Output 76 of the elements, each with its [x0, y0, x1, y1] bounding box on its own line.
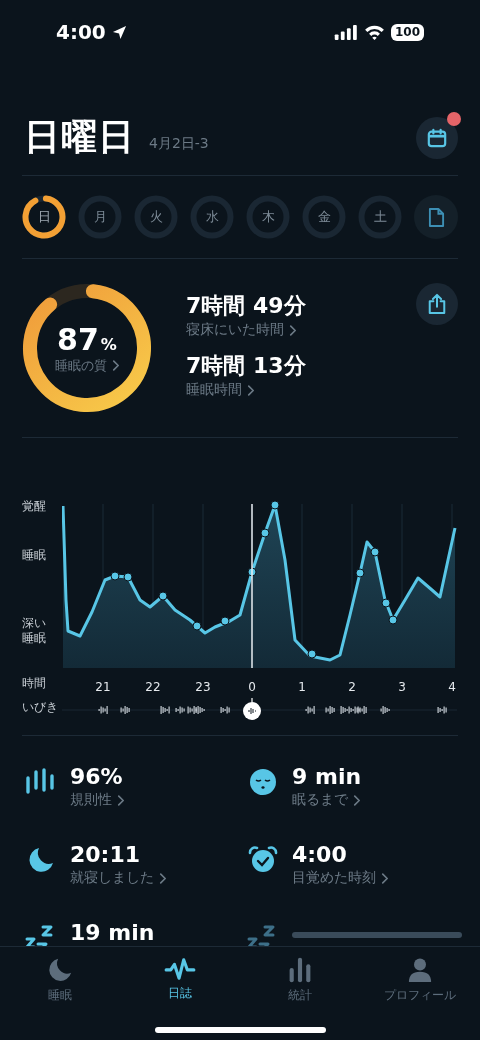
stat-label[interactable]: 目覚めた時刻	[292, 869, 376, 887]
chevron-icon	[247, 384, 254, 396]
chevron-icon	[159, 872, 166, 884]
snore-wave-icon	[98, 706, 108, 714]
duration-label[interactable]: 睡眠時間	[186, 381, 242, 399]
sleep-stage-label: 深い睡眠	[22, 616, 47, 646]
stat-value: 9 min	[292, 764, 362, 789]
calendar-icon	[427, 127, 447, 148]
day-button[interactable]: 金	[302, 195, 346, 239]
stat-label[interactable]: 眠るまで	[292, 791, 348, 809]
duration-value: 7時間 13分	[186, 352, 307, 380]
share-button[interactable]	[416, 283, 458, 325]
bar-chart-icon	[288, 957, 312, 983]
snore-wave-icon	[120, 706, 130, 714]
document-icon	[427, 206, 445, 228]
sleep-stage-label: 睡眠	[22, 548, 47, 563]
report-button[interactable]	[414, 195, 458, 239]
snore-wave-icon	[305, 706, 315, 714]
snore-wave-icon	[175, 706, 185, 714]
time-axis-label: 時間	[22, 676, 47, 691]
day-button[interactable]: 日	[22, 195, 66, 239]
playhead-marker	[243, 697, 261, 720]
wifi-icon	[363, 24, 385, 40]
day-button[interactable]: 月	[78, 195, 122, 239]
hour-label: 3	[398, 680, 406, 694]
person-icon	[408, 957, 432, 983]
chevron-icon	[353, 794, 360, 806]
day-title: 日曜日	[24, 115, 135, 159]
duration-value: 7時間 49分	[186, 292, 307, 320]
snore-wave-icon	[160, 706, 170, 714]
snore-label: いびき	[22, 700, 59, 715]
stat-value: 19 min	[70, 920, 155, 945]
stat-label[interactable]: 規則性	[70, 791, 112, 809]
location-arrow-icon	[111, 24, 127, 40]
day-button[interactable]: 水	[190, 195, 234, 239]
chevron-icon	[381, 872, 388, 884]
tab-button[interactable]: 日誌	[120, 947, 240, 1040]
tab-button[interactable]: 睡眠	[0, 947, 120, 1040]
quality-label[interactable]: 睡眠の質	[55, 356, 107, 375]
chevron-icon	[289, 324, 296, 336]
snore-wave-icon	[380, 706, 390, 714]
tab-button[interactable]: プロフィール	[360, 947, 480, 1040]
moon-icon	[27, 846, 55, 874]
sleeping-face-icon	[249, 768, 277, 796]
alarm-clock-icon	[248, 846, 278, 874]
chevron-icon	[112, 360, 119, 371]
tab-button[interactable]: 統計	[240, 947, 360, 1040]
quality-score: 87%	[57, 321, 117, 357]
hour-label: 21	[95, 680, 111, 694]
status-time: 4:00	[56, 20, 106, 44]
date-range: 4月2日-3	[149, 134, 210, 153]
day-button[interactable]: 木	[246, 195, 290, 239]
hour-label: 0	[248, 680, 256, 694]
bars-icon	[25, 768, 57, 794]
signal-icon	[333, 24, 358, 40]
hour-label: 2	[348, 680, 356, 694]
hour-label: 23	[195, 680, 211, 694]
hour-label: 1	[298, 680, 306, 694]
snore-wave-icon	[220, 706, 230, 714]
stat-value: 96%	[70, 764, 124, 789]
snore-wave-icon	[325, 706, 335, 714]
sleep-stage-label: 覚醒	[22, 499, 47, 514]
share-icon	[427, 293, 447, 315]
stat-value: 4:00	[292, 842, 348, 867]
moon-icon	[47, 957, 73, 983]
hour-label: 4	[448, 680, 456, 694]
day-button[interactable]: 火	[134, 195, 178, 239]
wave-icon	[163, 957, 197, 981]
duration-label[interactable]: 寝床にいた時間	[186, 321, 284, 339]
chevron-icon	[117, 794, 124, 806]
snore-wave-icon	[437, 706, 447, 714]
stat-label[interactable]: 就寝しました	[70, 869, 154, 887]
day-button[interactable]: 土	[358, 195, 402, 239]
battery-level: 100	[390, 23, 424, 41]
stat-value: 20:11	[70, 842, 142, 867]
hour-label: 22	[145, 680, 161, 694]
